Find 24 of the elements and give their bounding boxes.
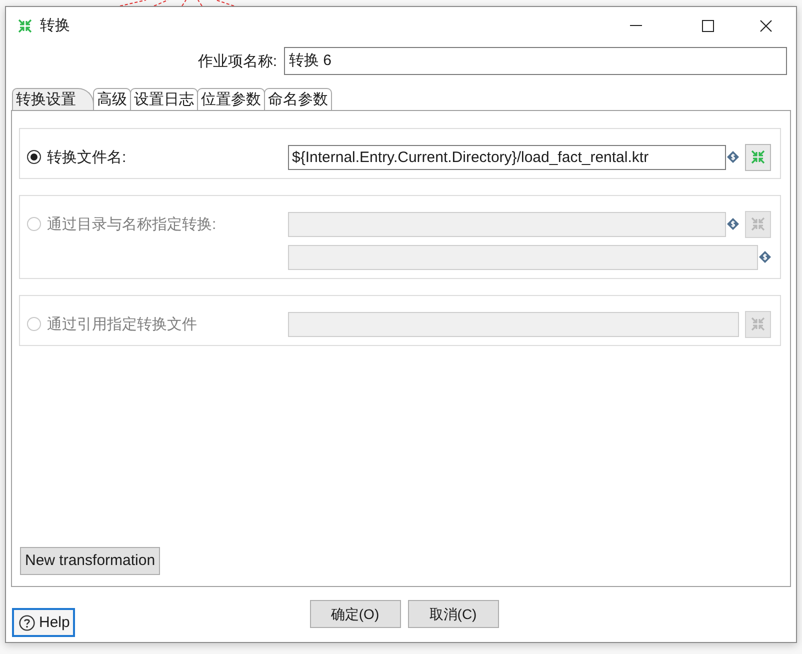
radio-button[interactable] bbox=[27, 150, 41, 164]
new-transformation-button[interactable]: New transformation bbox=[20, 547, 160, 575]
browse-button[interactable] bbox=[745, 144, 771, 170]
tab[interactable]: 转换设置 bbox=[12, 88, 94, 110]
option-label: 通过引用指定转换文件 bbox=[47, 314, 197, 334]
inward-arrows-icon bbox=[751, 150, 765, 164]
option-label: 转换文件名: bbox=[47, 148, 126, 166]
field-label: 作业项名称: bbox=[196, 52, 277, 70]
help-icon bbox=[19, 614, 35, 630]
inward-arrows-icon bbox=[751, 217, 765, 231]
text-field[interactable]: ${Internal.Entry.Current.Directory}/load_fact_rental.ktr bbox=[288, 144, 726, 170]
option-label: 通过目录与名称指定转换: bbox=[47, 214, 216, 234]
tab[interactable]: 命名参数 bbox=[264, 88, 332, 110]
dialog-button[interactable]: 取消(C) bbox=[408, 600, 498, 628]
inward-arrows-icon bbox=[18, 18, 32, 32]
close-icon[interactable] bbox=[760, 20, 772, 32]
minimize-icon[interactable] bbox=[630, 25, 642, 26]
maximize-icon[interactable] bbox=[702, 20, 714, 32]
help-button[interactable]: Help bbox=[12, 608, 75, 637]
text-field[interactable]: 转换 6 bbox=[284, 47, 787, 75]
dialog-button[interactable]: 确定(O) bbox=[310, 600, 400, 628]
window-title: 转换 bbox=[40, 16, 70, 35]
inward-arrows-icon bbox=[751, 317, 765, 331]
text-field[interactable] bbox=[288, 212, 726, 236]
